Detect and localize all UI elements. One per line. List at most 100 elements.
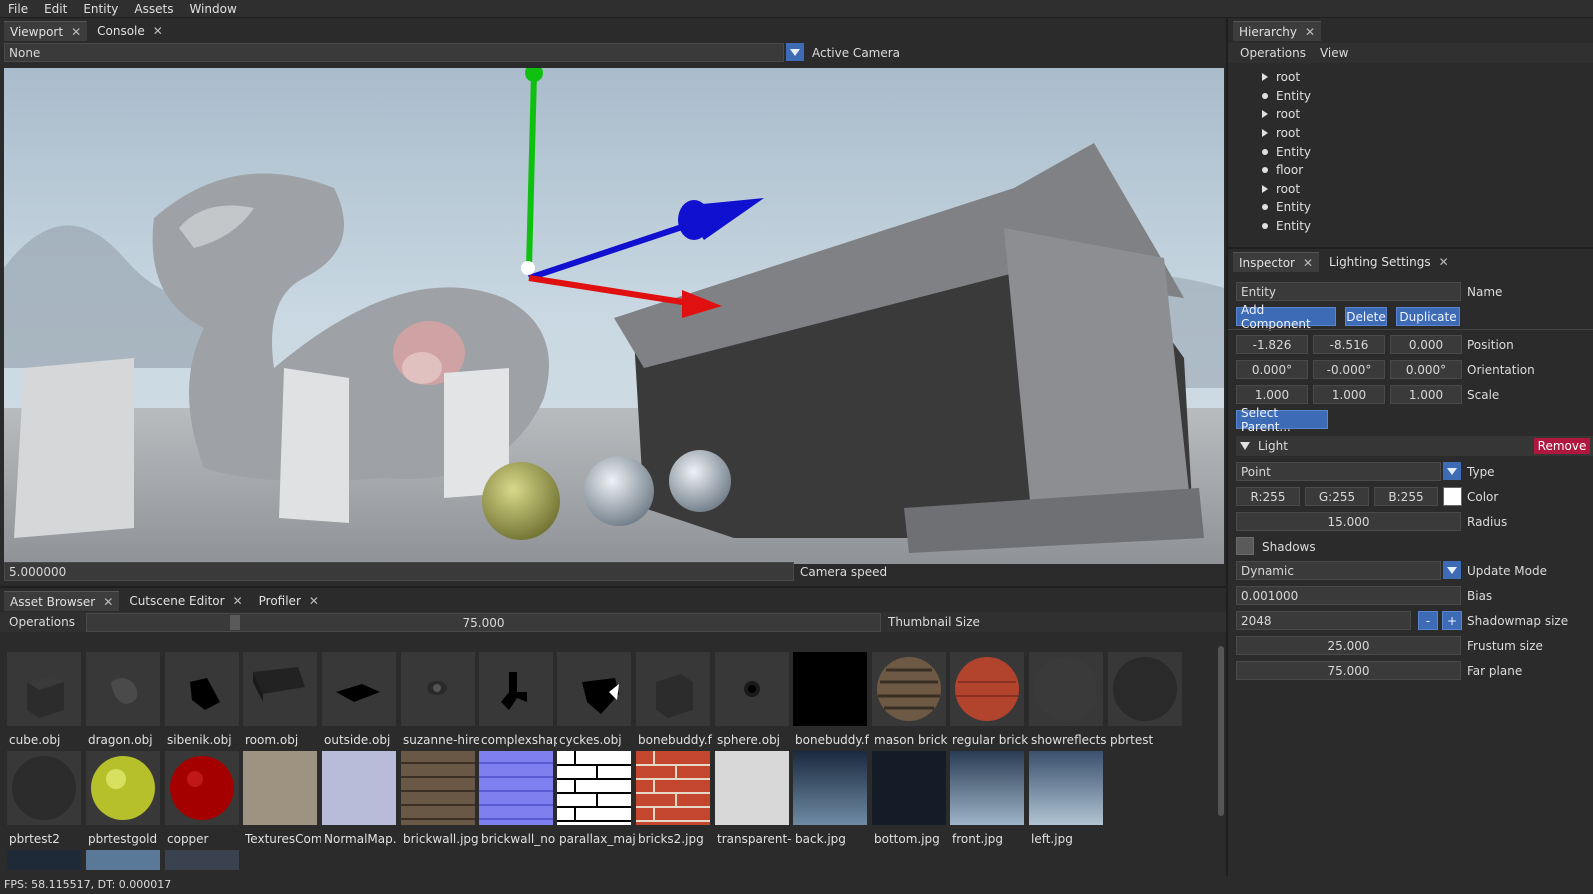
- asset-thumb-brickwall-normal[interactable]: [479, 751, 553, 825]
- menu-file[interactable]: File: [0, 2, 36, 16]
- duplicate-button[interactable]: Duplicate: [1396, 307, 1460, 326]
- asset-thumb-room[interactable]: [243, 652, 317, 726]
- tab-console[interactable]: Console ✕: [91, 21, 169, 41]
- close-icon[interactable]: ✕: [153, 24, 163, 38]
- expand-triangle-icon[interactable]: [1262, 73, 1268, 82]
- tree-item[interactable]: floor: [1262, 161, 1582, 180]
- tree-item[interactable]: root: [1262, 180, 1582, 199]
- scale-z-input[interactable]: 1.000: [1390, 385, 1462, 404]
- tab-inspector[interactable]: Inspector ✕: [1233, 252, 1320, 272]
- chevron-down-icon[interactable]: [786, 43, 804, 61]
- position-y-input[interactable]: -8.516: [1313, 335, 1385, 354]
- asset-thumb-transparent[interactable]: [715, 751, 789, 825]
- asset-thumb-pbrtest[interactable]: [1108, 652, 1182, 726]
- tree-item[interactable]: Entity: [1262, 87, 1582, 106]
- menu-assets[interactable]: Assets: [126, 2, 181, 16]
- bias-input[interactable]: 0.001000: [1236, 586, 1461, 605]
- color-g-input[interactable]: G:255: [1305, 487, 1369, 506]
- frustum-size-input[interactable]: 25.000: [1236, 636, 1461, 655]
- asset-operations-menu[interactable]: Operations: [9, 615, 75, 629]
- asset-thumb-bonebuddy-2[interactable]: [793, 652, 867, 726]
- menu-window[interactable]: Window: [181, 2, 244, 16]
- tree-item[interactable]: root: [1262, 105, 1582, 124]
- asset-thumb-dragon[interactable]: [86, 652, 160, 726]
- scale-y-input[interactable]: 1.000: [1313, 385, 1385, 404]
- scene-view[interactable]: [4, 68, 1224, 564]
- color-swatch[interactable]: [1443, 487, 1462, 506]
- asset-thumb-normalmap[interactable]: [322, 751, 396, 825]
- asset-thumb-regular-brick[interactable]: [950, 652, 1024, 726]
- hierarchy-operations-menu[interactable]: Operations: [1240, 46, 1306, 60]
- asset-thumb-brickwall[interactable]: [401, 751, 475, 825]
- tab-hierarchy[interactable]: Hierarchy ✕: [1233, 21, 1322, 41]
- asset-thumb-cyckes[interactable]: [557, 652, 631, 726]
- tab-profiler[interactable]: Profiler ✕: [253, 591, 325, 611]
- tree-item[interactable]: Entity: [1262, 217, 1582, 236]
- asset-thumb-mason-brick[interactable]: [872, 652, 946, 726]
- close-icon[interactable]: ✕: [1439, 255, 1449, 269]
- asset-scrollbar[interactable]: [1218, 646, 1224, 816]
- entity-name-input[interactable]: Entity: [1236, 282, 1461, 301]
- asset-thumb-copper[interactable]: [165, 751, 239, 825]
- hierarchy-view-menu[interactable]: View: [1320, 46, 1348, 60]
- tree-item[interactable]: Entity: [1262, 198, 1582, 217]
- shadowmap-increment-button[interactable]: +: [1442, 611, 1462, 630]
- tab-cutscene-editor[interactable]: Cutscene Editor ✕: [123, 591, 248, 611]
- tree-item[interactable]: Entity: [1262, 142, 1582, 161]
- asset-thumb-outside[interactable]: [322, 652, 396, 726]
- asset-thumb-texturescom[interactable]: [243, 751, 317, 825]
- orientation-y-input[interactable]: -0.000°: [1313, 360, 1385, 379]
- close-icon[interactable]: ✕: [1303, 256, 1313, 270]
- close-icon[interactable]: ✕: [309, 594, 319, 608]
- camera-speed-input[interactable]: 5.000000: [4, 562, 794, 581]
- select-parent-button[interactable]: Select Parent...: [1236, 406, 1328, 434]
- chevron-down-icon[interactable]: [1443, 462, 1461, 480]
- asset-thumb-cube[interactable]: [7, 652, 81, 726]
- close-icon[interactable]: ✕: [1305, 25, 1315, 39]
- asset-thumb-front[interactable]: [950, 751, 1024, 825]
- expand-triangle-icon[interactable]: [1262, 110, 1268, 119]
- tab-asset-browser[interactable]: Asset Browser ✕: [4, 591, 120, 611]
- collapse-triangle-icon[interactable]: [1240, 442, 1250, 450]
- far-plane-input[interactable]: 75.000: [1236, 661, 1461, 680]
- asset-thumb-left[interactable]: [1029, 751, 1103, 825]
- tab-lighting-settings[interactable]: Lighting Settings ✕: [1323, 252, 1455, 272]
- tree-item[interactable]: root: [1262, 68, 1582, 87]
- asset-thumb-bottom[interactable]: [872, 751, 946, 825]
- position-x-input[interactable]: -1.826: [1236, 335, 1308, 354]
- asset-thumb-partial[interactable]: [7, 850, 81, 870]
- asset-thumb-complexshape[interactable]: [479, 652, 553, 726]
- asset-thumb-partial[interactable]: [165, 850, 239, 870]
- color-r-input[interactable]: R:255: [1236, 487, 1300, 506]
- thumbnail-size-slider[interactable]: 75.000: [86, 613, 881, 632]
- asset-thumb-pbrtestgold[interactable]: [86, 751, 160, 825]
- expand-triangle-icon[interactable]: [1262, 129, 1268, 138]
- asset-thumb-sphere[interactable]: [715, 652, 789, 726]
- asset-thumb-partial[interactable]: [86, 850, 160, 870]
- scale-x-input[interactable]: 1.000: [1236, 385, 1308, 404]
- close-icon[interactable]: ✕: [103, 595, 113, 609]
- asset-thumb-parallax-map[interactable]: [557, 751, 631, 825]
- tree-item[interactable]: root: [1262, 124, 1582, 143]
- close-icon[interactable]: ✕: [71, 25, 81, 39]
- asset-thumb-suzanne[interactable]: [401, 652, 475, 726]
- asset-thumb-back[interactable]: [793, 751, 867, 825]
- asset-thumb-sibenik[interactable]: [165, 652, 239, 726]
- asset-thumb-bonebuddy[interactable]: [636, 652, 710, 726]
- radius-input[interactable]: 15.000: [1236, 512, 1461, 531]
- delete-button[interactable]: Delete: [1345, 307, 1387, 326]
- tab-viewport[interactable]: Viewport ✕: [4, 21, 88, 41]
- menu-edit[interactable]: Edit: [36, 2, 75, 16]
- add-component-button[interactable]: Add Component: [1236, 303, 1336, 331]
- orientation-x-input[interactable]: 0.000°: [1236, 360, 1308, 379]
- menu-entity[interactable]: Entity: [75, 2, 126, 16]
- asset-thumb-showreflects[interactable]: [1029, 652, 1103, 726]
- light-type-select[interactable]: Point: [1236, 462, 1441, 481]
- orientation-z-input[interactable]: 0.000°: [1390, 360, 1462, 379]
- slider-handle[interactable]: [230, 615, 240, 630]
- expand-triangle-icon[interactable]: [1262, 184, 1268, 193]
- shadowmap-size-input[interactable]: 2048: [1236, 611, 1411, 630]
- position-z-input[interactable]: 0.000: [1390, 335, 1462, 354]
- shadows-checkbox[interactable]: [1236, 537, 1254, 555]
- asset-thumb-bricks2[interactable]: [636, 751, 710, 825]
